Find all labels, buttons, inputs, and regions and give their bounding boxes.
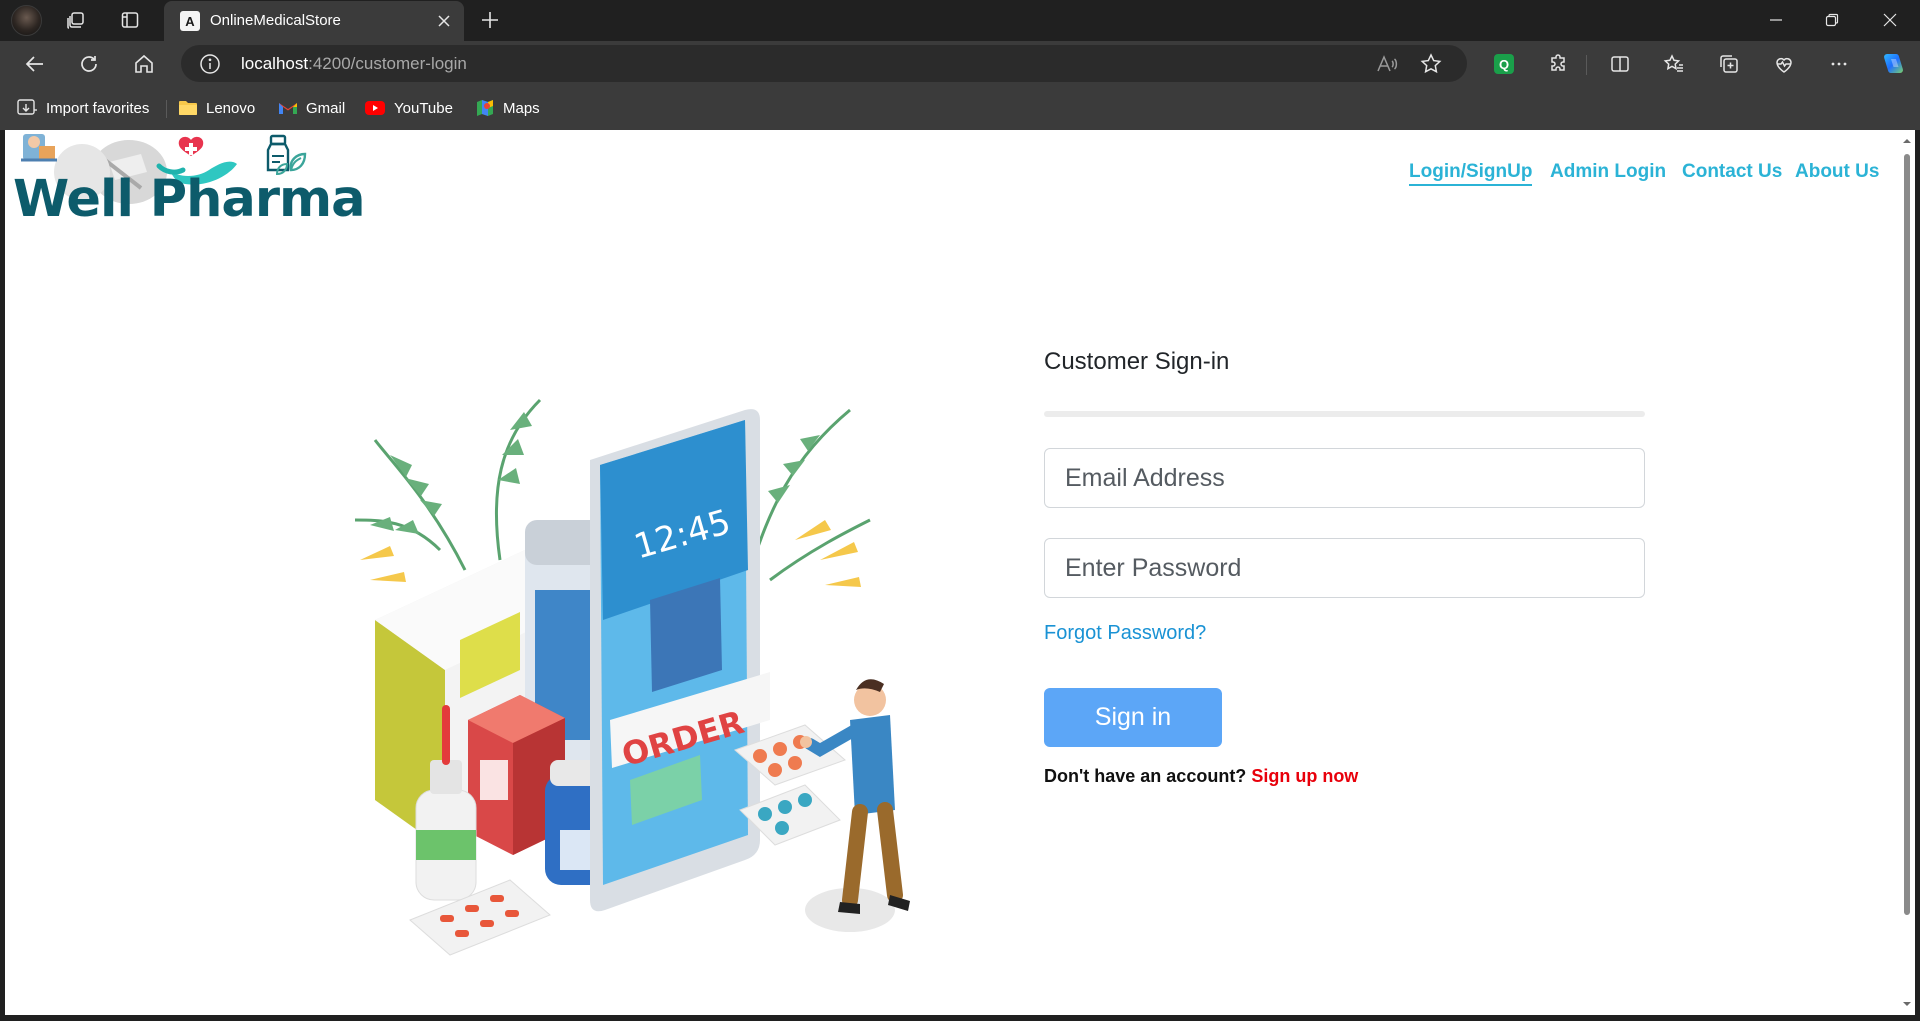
well-pharma-logo[interactable]: Well Pharma: [9, 130, 366, 229]
profile-avatar[interactable]: [11, 5, 42, 36]
browser-essentials-icon[interactable]: [1770, 50, 1798, 78]
refresh-icon[interactable]: [76, 51, 102, 77]
split-screen-icon[interactable]: [1606, 50, 1634, 78]
close-window-icon[interactable]: [1862, 0, 1918, 40]
nav-admin-login[interactable]: Admin Login: [1550, 161, 1666, 183]
new-tab-icon[interactable]: [478, 8, 502, 32]
signup-prompt: Don't have an account? Sign up now: [1044, 766, 1358, 787]
scroll-down-icon[interactable]: [1902, 999, 1912, 1009]
favorites-bar: Import favorites Lenovo Gmail YouTube Ma…: [0, 86, 1920, 130]
folder-icon: [179, 101, 197, 115]
tab-close-icon[interactable]: [434, 11, 454, 31]
url-path: :4200/customer-login: [308, 54, 467, 73]
fav-label: Maps: [503, 99, 540, 117]
youtube-icon: [365, 101, 385, 115]
title-divider: [1044, 411, 1645, 417]
window-frame: [0, 1015, 1920, 1021]
copilot-icon[interactable]: [1879, 50, 1907, 78]
read-aloud-icon[interactable]: [1375, 52, 1399, 76]
email-field[interactable]: [1044, 448, 1645, 508]
forgot-password-link[interactable]: Forgot Password?: [1044, 622, 1206, 645]
url-text[interactable]: localhost:4200/customer-login: [241, 54, 467, 74]
sign-in-button[interactable]: Sign in: [1044, 688, 1222, 747]
favorites-icon[interactable]: [1660, 50, 1688, 78]
fav-import-favorites[interactable]: Import favorites: [16, 97, 149, 119]
angular-favicon-icon: A: [180, 11, 200, 31]
collections-icon[interactable]: [1715, 50, 1743, 78]
favorite-star-icon[interactable]: [1419, 52, 1443, 76]
toolbar-divider: [1586, 55, 1587, 75]
favorites-divider: [166, 100, 167, 118]
title-bar: A OnlineMedicalStore: [0, 0, 1920, 41]
fav-gmail[interactable]: Gmail: [278, 97, 345, 119]
online-pharmacy-illustration-icon: 12:45 ORDER: [354, 398, 910, 956]
no-account-text: Don't have an account?: [1044, 766, 1247, 786]
address-bar[interactable]: localhost:4200/customer-login: [181, 45, 1467, 82]
site-info-icon[interactable]: [199, 53, 221, 75]
home-icon[interactable]: [131, 51, 157, 77]
workspaces-icon[interactable]: [64, 8, 88, 32]
nav-about-us[interactable]: About Us: [1795, 161, 1879, 183]
vertical-tabs-icon[interactable]: [118, 8, 142, 32]
back-icon[interactable]: [22, 51, 48, 77]
pharmacy-order-illustration: 12:45 ORDER: [350, 320, 930, 960]
url-host: localhost: [241, 54, 309, 73]
fav-label: YouTube: [394, 99, 453, 117]
logo-text: Well Pharma: [13, 170, 366, 229]
tab-title: OnlineMedicalStore: [210, 12, 341, 29]
maps-icon: [477, 100, 493, 116]
fav-label: Gmail: [306, 99, 346, 117]
fav-maps[interactable]: Maps: [475, 97, 540, 119]
fav-lenovo[interactable]: Lenovo: [178, 97, 255, 119]
scroll-thumb[interactable]: [1904, 154, 1910, 915]
page-scrollbar[interactable]: [1899, 130, 1915, 1015]
nav-contact-us[interactable]: Contact Us: [1682, 161, 1782, 183]
restore-icon[interactable]: [1804, 0, 1860, 40]
toolbar: localhost:4200/customer-login Q: [0, 41, 1920, 86]
form-title: Customer Sign-in: [1044, 348, 1230, 375]
extension-q-icon[interactable]: Q: [1490, 50, 1518, 78]
sign-up-link[interactable]: Sign up now: [1251, 766, 1358, 786]
minimize-icon[interactable]: [1748, 0, 1804, 40]
more-menu-icon[interactable]: [1825, 50, 1853, 78]
fav-label: Lenovo: [206, 99, 256, 117]
page-content: Well Pharma Login/SignUp Admin Login Con…: [5, 130, 1899, 1015]
browser-window: A OnlineMedicalStore localhost:4200/cust…: [0, 0, 1920, 1021]
import-icon: [17, 99, 37, 115]
gmail-icon: [279, 103, 297, 114]
nav-login-signup[interactable]: Login/SignUp: [1409, 161, 1533, 186]
fav-youtube[interactable]: YouTube: [364, 97, 453, 119]
tab-online-medical-store[interactable]: A OnlineMedicalStore: [164, 1, 464, 41]
password-field[interactable]: [1044, 538, 1645, 598]
scroll-up-icon[interactable]: [1902, 136, 1912, 146]
extensions-icon[interactable]: [1545, 50, 1573, 78]
window-frame: [1915, 130, 1920, 1021]
fav-label: Import favorites: [46, 99, 150, 117]
